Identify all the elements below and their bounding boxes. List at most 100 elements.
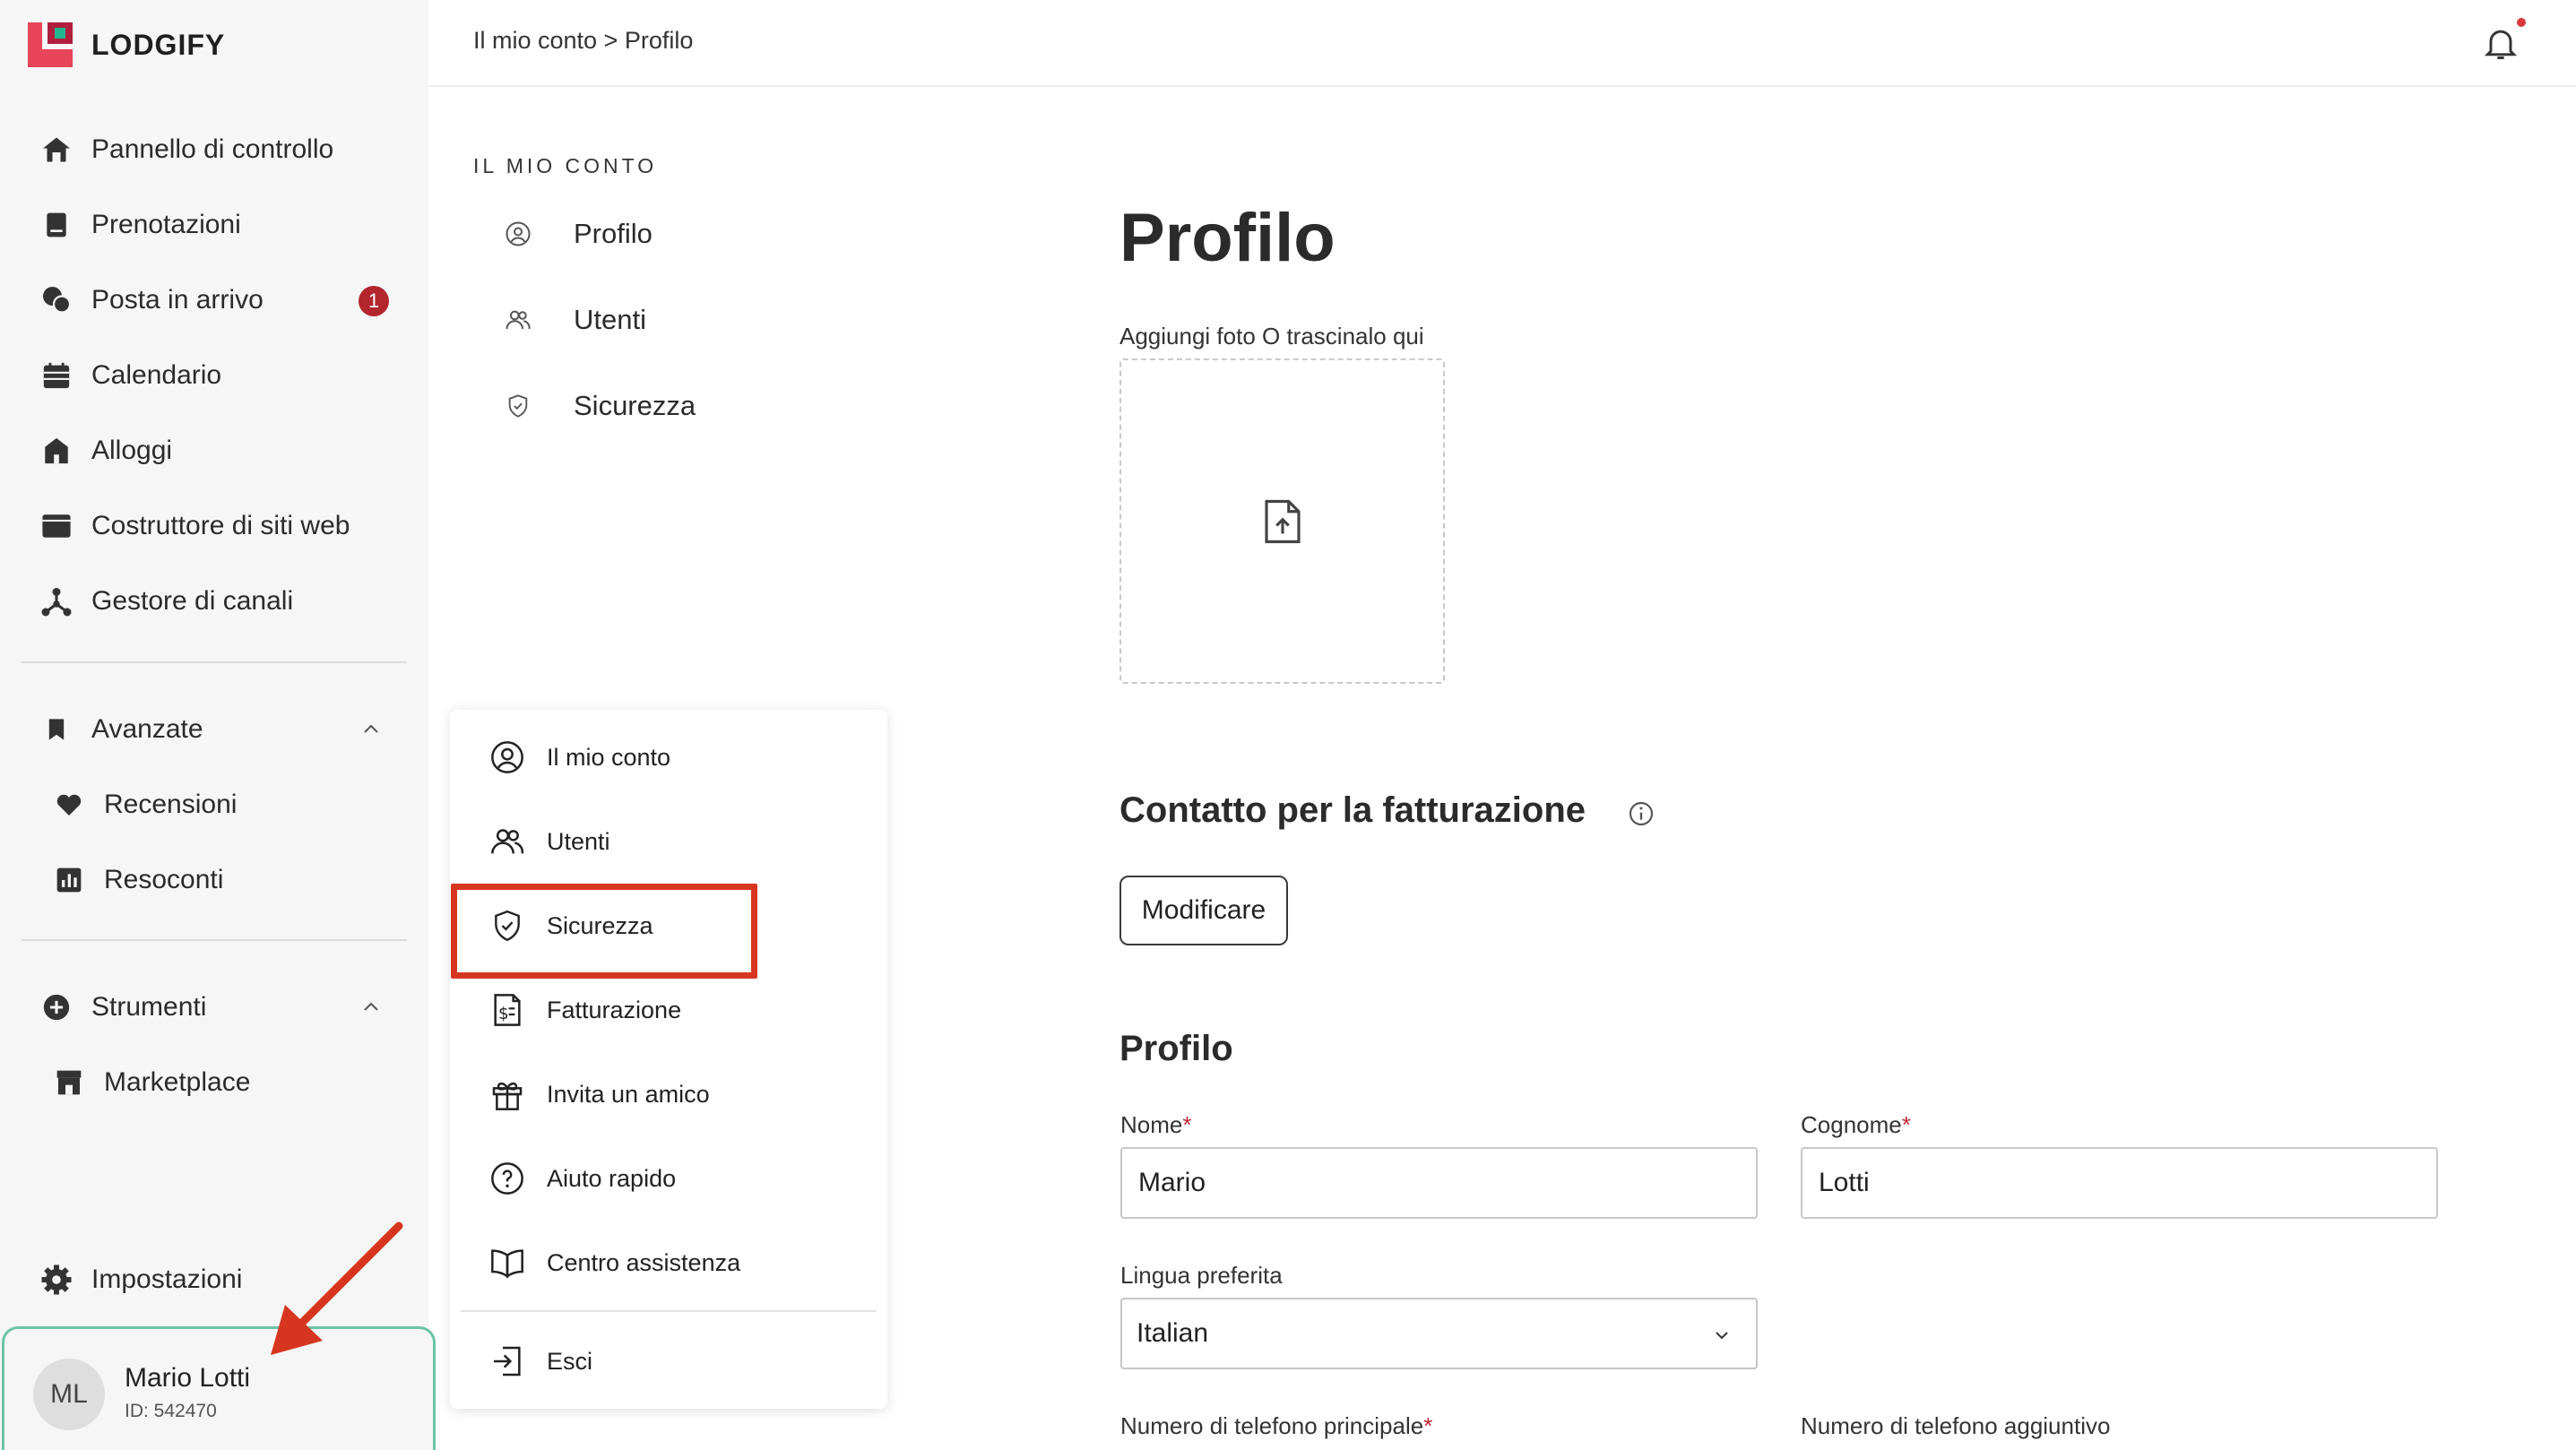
menu-divider: [461, 1310, 877, 1312]
required-mark: *: [1901, 1111, 1911, 1138]
lodgify-logo-icon: [28, 22, 73, 67]
sidebar-item-dashboard[interactable]: Pannello di controllo: [39, 127, 333, 172]
calendar-icon: [39, 358, 73, 393]
menu-item-label: Il mio conto: [547, 743, 671, 771]
sidebar-item-label: Pannello di controllo: [91, 134, 334, 164]
brand-name: LODGIFY: [91, 28, 226, 61]
user-menu: Il mio conto Utenti Sicurezza $ Fatturaz…: [450, 710, 887, 1409]
account-nav-label: Sicurezza: [574, 390, 696, 421]
notification-dot: [2517, 18, 2526, 27]
sidebar-item-label: Costruttore di siti web: [91, 511, 350, 540]
user-name: Mario Lotti: [125, 1363, 251, 1393]
account-nav-label: Profilo: [574, 218, 653, 249]
unread-badge: 1: [359, 286, 389, 316]
sidebar-divider: [22, 939, 407, 941]
heart-icon: [52, 788, 86, 822]
menu-item-security[interactable]: Sicurezza: [488, 901, 653, 951]
required-mark: *: [1423, 1412, 1433, 1439]
label-text: Cognome: [1801, 1111, 1902, 1138]
account-nav-security[interactable]: Sicurezza: [502, 384, 696, 428]
menu-item-label: Utenti: [547, 827, 610, 855]
sidebar-item-label: Recensioni: [104, 790, 238, 819]
user-circle-icon: [488, 738, 527, 777]
sidebar-item-label: Posta in arrivo: [91, 285, 264, 315]
menu-item-label: Esci: [547, 1347, 593, 1375]
account-nav-profile[interactable]: Profilo: [502, 211, 653, 256]
phone-main-label: Numero di telefono principale*: [1120, 1412, 1432, 1440]
top-bar: Il mio conto > Profilo: [428, 0, 2576, 87]
label-text: Nome: [1120, 1111, 1183, 1138]
bookmark-icon: [39, 712, 73, 747]
sidebar-item-inbox[interactable]: Posta in arrivo: [39, 278, 264, 323]
chevron-up-icon[interactable]: [360, 719, 382, 740]
svg-text:$: $: [498, 1005, 509, 1023]
users-icon: [488, 822, 527, 861]
account-nav-label: Utenti: [574, 304, 646, 335]
profile-heading: Profilo: [1119, 1029, 1233, 1068]
sidebar-item-label: Calendario: [91, 360, 222, 390]
sidebar-divider: [22, 661, 407, 663]
breadcrumb[interactable]: Il mio conto > Profilo: [473, 27, 693, 55]
menu-item-users[interactable]: Utenti: [488, 816, 610, 867]
menu-item-quick-help[interactable]: Aiuto rapido: [488, 1153, 676, 1204]
menu-item-label: Sicurezza: [547, 911, 653, 939]
invoice-icon: $: [488, 990, 527, 1030]
sidebar-item-label: Alloggi: [91, 436, 173, 465]
info-icon[interactable]: [1627, 799, 1655, 828]
sidebar-item-channel-manager[interactable]: Gestore di canali: [39, 579, 293, 624]
first-name-label: Nome*: [1120, 1111, 1191, 1139]
gear-icon: [39, 1263, 73, 1297]
chart-icon: [52, 863, 86, 897]
bell-icon[interactable]: [2481, 22, 2520, 65]
first-name-input[interactable]: [1120, 1147, 1758, 1219]
logo[interactable]: LODGIFY: [28, 22, 225, 67]
house-icon: [39, 434, 73, 468]
label-text: Numero di telefono principale: [1120, 1412, 1424, 1439]
sidebar-group-tools[interactable]: Strumenti: [39, 985, 206, 1030]
user-circle-icon: [502, 218, 534, 250]
sidebar-item-reviews[interactable]: Recensioni: [52, 782, 237, 827]
menu-item-label: Aiuto rapido: [547, 1164, 677, 1192]
sidebar-item-properties[interactable]: Alloggi: [39, 428, 172, 473]
sidebar-group-advanced[interactable]: Avanzate: [39, 707, 203, 752]
sidebar-item-label: Impostazioni: [91, 1264, 243, 1294]
chevron-up-icon[interactable]: [360, 997, 382, 1018]
language-select[interactable]: Italian: [1120, 1298, 1758, 1369]
sidebar-item-label: Marketplace: [104, 1067, 251, 1097]
menu-item-label: Invita un amico: [547, 1080, 710, 1108]
sidebar-item-marketplace[interactable]: Marketplace: [52, 1060, 250, 1105]
chat-icon: [39, 283, 73, 317]
sidebar-item-website-builder[interactable]: Costruttore di siti web: [39, 504, 350, 548]
gift-icon: [488, 1075, 527, 1114]
sidebar-item-bookings[interactable]: Prenotazioni: [39, 203, 241, 247]
sidebar-item-reports[interactable]: Resoconti: [52, 858, 223, 902]
menu-item-billing[interactable]: $ Fatturazione: [488, 985, 681, 1035]
account-nav-users[interactable]: Utenti: [502, 298, 646, 342]
sidebar-item-label: Resoconti: [104, 865, 224, 894]
photo-dropzone[interactable]: [1119, 358, 1445, 684]
phone-extra-label: Numero di telefono aggiuntivo: [1801, 1412, 2111, 1439]
store-icon: [52, 1066, 86, 1100]
plus-circle-icon: [39, 990, 73, 1024]
users-icon: [502, 304, 534, 336]
language-label: Lingua preferita: [1120, 1262, 1283, 1289]
page-title: Profilo: [1119, 200, 1336, 276]
user-account-button[interactable]: ML Mario Lotti ID: 542470: [2, 1326, 436, 1450]
sidebar-group-label: Strumenti: [91, 992, 207, 1022]
sidebar-item-label: Prenotazioni: [91, 210, 241, 239]
sidebar-item-calendar[interactable]: Calendario: [39, 353, 221, 398]
menu-item-help-center[interactable]: Centro assistenza: [488, 1238, 740, 1288]
open-book-icon: [488, 1243, 527, 1282]
menu-item-invite-friend[interactable]: Invita un amico: [488, 1069, 710, 1119]
sidebar-item-settings[interactable]: Impostazioni: [39, 1257, 242, 1302]
account-nav-title: IL MIO CONTO: [473, 154, 658, 177]
last-name-input[interactable]: [1801, 1147, 2438, 1219]
user-id: ID: 542470: [125, 1401, 217, 1421]
language-value: Italian: [1137, 1318, 1209, 1348]
menu-item-logout[interactable]: Esci: [488, 1336, 592, 1386]
menu-item-my-account[interactable]: Il mio conto: [488, 732, 670, 782]
avatar: ML: [33, 1359, 105, 1430]
sidebar: LODGIFY Pannello di controllo Prenotazio…: [0, 0, 436, 1450]
upload-label: Aggiungi foto O trascinalo qui: [1119, 323, 1424, 350]
edit-billing-button[interactable]: Modificare: [1119, 876, 1288, 945]
